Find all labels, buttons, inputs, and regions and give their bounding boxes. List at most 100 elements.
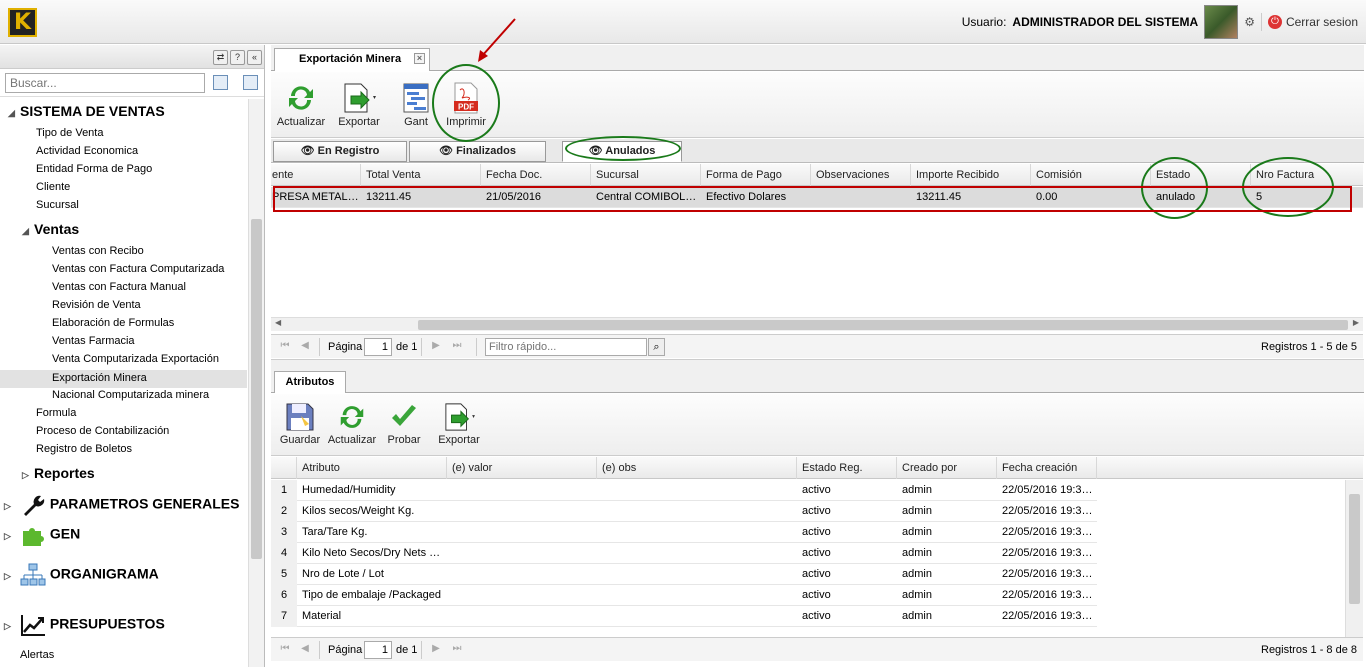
refresh-icon[interactable]: ⇄	[213, 50, 228, 65]
tree-node-ventas[interactable]: ◢ Ventas	[22, 221, 79, 237]
tree-item-proceso-contabilizacion[interactable]: Proceso de Contabilización	[36, 425, 169, 437]
search-list-icon[interactable]	[243, 75, 258, 90]
table-row[interactable]: 7 Material activo admin 22/05/2016 19:3…	[271, 606, 1097, 627]
tree-item-alertas[interactable]: Alertas	[20, 649, 54, 661]
cell-valor[interactable]	[447, 543, 597, 564]
tree-item-tipo-venta[interactable]: Tipo de Venta	[36, 127, 103, 139]
logout-link[interactable]: ⏻ Cerrar sesion	[1267, 15, 1358, 29]
cell-obs[interactable]	[597, 564, 797, 585]
tree-item-venta-computarizada-exportacion[interactable]: Venta Computarizada Exportación	[52, 353, 219, 365]
scroll-right-icon[interactable]: ▶	[1353, 318, 1359, 327]
cell-obs[interactable]	[597, 501, 797, 522]
table-row[interactable]: PRESA METAL… 13211.45 21/05/2016 Central…	[271, 187, 1363, 208]
scrollbar-thumb[interactable]	[418, 320, 1348, 330]
vertical-scrollbar[interactable]	[248, 99, 264, 667]
table-row[interactable]: 4 Kilo Neto Secos/Dry Nets … activo admi…	[271, 543, 1097, 564]
table-row[interactable]: 5 Nro de Lote / Lot activo admin 22/05/2…	[271, 564, 1097, 585]
page-number-input[interactable]	[364, 338, 392, 356]
table-row[interactable]: 6 Tipo de embalaje /Packaged activo admi…	[271, 585, 1097, 606]
tree-item-entidad-forma-pago[interactable]: Entidad Forma de Pago	[36, 163, 152, 175]
scrollbar-thumb[interactable]	[1349, 494, 1360, 604]
tree-node-presupuestos[interactable]: ▷ PRESUPUESTOS	[4, 613, 165, 637]
scroll-left-icon[interactable]: ◀	[275, 318, 281, 327]
search-icon[interactable]: ⌕	[648, 338, 665, 356]
tree-item-registro-boletos[interactable]: Registro de Boletos	[36, 443, 132, 455]
col-header-sucursal[interactable]: Sucursal	[591, 164, 701, 186]
tree-node-gen[interactable]: ▷ GEN	[4, 523, 80, 547]
actualizar-button[interactable]: Actualizar	[275, 82, 327, 128]
tree-item-ventas-factura-manual[interactable]: Ventas con Factura Manual	[52, 281, 186, 293]
col-header-cliente[interactable]: ente	[267, 164, 361, 186]
search-input[interactable]	[5, 73, 205, 93]
prev-page-icon[interactable]: ◀	[299, 340, 311, 352]
col-header-atributo[interactable]: Atributo	[297, 457, 447, 479]
tab-atributos[interactable]: Atributos	[274, 371, 346, 393]
last-page-icon[interactable]: ⏭	[451, 340, 463, 352]
tree-item-ventas-factura-computarizada[interactable]: Ventas con Factura Computarizada	[52, 263, 224, 275]
col-header-estado-reg[interactable]: Estado Reg.	[797, 457, 897, 479]
tab-exportacion-minera[interactable]: Exportación Minera ×	[274, 48, 430, 71]
tree-item-ventas-farmacia[interactable]: Ventas Farmacia	[52, 335, 135, 347]
tree-node-sistema-ventas[interactable]: ◢ SISTEMA DE VENTAS	[8, 103, 165, 119]
tree-item-actividad-economica[interactable]: Actividad Economica	[36, 145, 138, 157]
cell-obs[interactable]	[597, 522, 797, 543]
tree-node-organigrama[interactable]: ▷ ORGANIGRAMA	[4, 563, 159, 587]
actualizar-atributos-button[interactable]: Actualizar	[326, 402, 378, 446]
tree-item-revision-venta[interactable]: Revisión de Venta	[52, 299, 141, 311]
tree-item-ventas-recibo[interactable]: Ventas con Recibo	[52, 245, 144, 257]
cell-obs[interactable]	[597, 606, 797, 627]
tab-anulados[interactable]: 👁 Anulados	[562, 141, 682, 162]
tree-node-parametros-generales[interactable]: ▷ PARAMETROS GENERALES	[4, 493, 239, 517]
first-page-icon[interactable]: ⏮	[279, 340, 291, 352]
prev-page-icon[interactable]: ◀	[299, 643, 311, 655]
tab-en-registro[interactable]: 👁 En Registro	[273, 141, 407, 162]
col-header-estado[interactable]: Estado	[1151, 164, 1251, 186]
scrollbar-thumb[interactable]	[251, 219, 262, 559]
next-page-icon[interactable]: ▶	[430, 340, 442, 352]
page-number-input[interactable]	[364, 641, 392, 659]
cell-valor[interactable]	[447, 606, 597, 627]
tab-finalizados[interactable]: 👁 Finalizados	[409, 141, 546, 162]
col-header-obs[interactable]: (e) obs	[597, 457, 797, 479]
imprimir-button[interactable]: PDF Imprimir	[441, 82, 491, 128]
first-page-icon[interactable]: ⏮	[279, 643, 291, 655]
search-options-icon[interactable]	[213, 75, 228, 90]
quick-filter-input[interactable]	[485, 338, 647, 356]
horizontal-scrollbar[interactable]: ◀ ▶	[271, 317, 1363, 331]
settings-icon[interactable]: ⚙	[1244, 15, 1255, 29]
col-header-forma-pago[interactable]: Forma de Pago	[701, 164, 811, 186]
exportar-button[interactable]: Exportar	[329, 82, 389, 128]
vertical-scrollbar[interactable]	[1345, 480, 1363, 637]
table-row[interactable]: 2 Kilos secos/Weight Kg. activo admin 22…	[271, 501, 1097, 522]
col-header-comision[interactable]: Comisión	[1031, 164, 1151, 186]
probar-button[interactable]: Probar	[383, 402, 425, 446]
help-icon[interactable]: ?	[230, 50, 245, 65]
guardar-button[interactable]: Guardar	[277, 402, 323, 446]
app-logo[interactable]: K	[8, 8, 37, 37]
next-page-icon[interactable]: ▶	[430, 643, 442, 655]
gant-button[interactable]: Gant	[395, 82, 437, 128]
tree-node-reportes[interactable]: ▷ Reportes	[22, 465, 95, 481]
cell-obs[interactable]	[597, 585, 797, 606]
col-header-fecha-doc[interactable]: Fecha Doc.	[481, 164, 591, 186]
cell-valor[interactable]	[447, 480, 597, 501]
table-row[interactable]: 1 Humedad/Humidity activo admin 22/05/20…	[271, 480, 1097, 501]
col-header-total-venta[interactable]: Total Venta	[361, 164, 481, 186]
cell-obs[interactable]	[597, 543, 797, 564]
close-icon[interactable]: ×	[414, 53, 425, 64]
table-row[interactable]: 3 Tara/Tare Kg. activo admin 22/05/2016 …	[271, 522, 1097, 543]
tree-item-formula[interactable]: Formula	[36, 407, 76, 419]
col-header-creado-por[interactable]: Creado por	[897, 457, 997, 479]
col-header-fecha-creacion[interactable]: Fecha creación	[997, 457, 1097, 479]
col-header-nro-factura[interactable]: Nro Factura	[1251, 164, 1363, 186]
exportar-atributos-button[interactable]: Exportar	[429, 402, 489, 446]
tree-item-cliente[interactable]: Cliente	[36, 181, 70, 193]
tree-item-nacional-computarizada-minera[interactable]: Nacional Computarizada minera	[52, 389, 209, 401]
tree-item-sucursal[interactable]: Sucursal	[36, 199, 79, 211]
last-page-icon[interactable]: ⏭	[451, 643, 463, 655]
tree-item-exportacion-minera[interactable]: Exportación Minera	[0, 370, 247, 388]
cell-valor[interactable]	[447, 585, 597, 606]
avatar[interactable]	[1204, 5, 1239, 39]
col-header-observaciones[interactable]: Observaciones	[811, 164, 911, 186]
cell-obs[interactable]	[597, 480, 797, 501]
